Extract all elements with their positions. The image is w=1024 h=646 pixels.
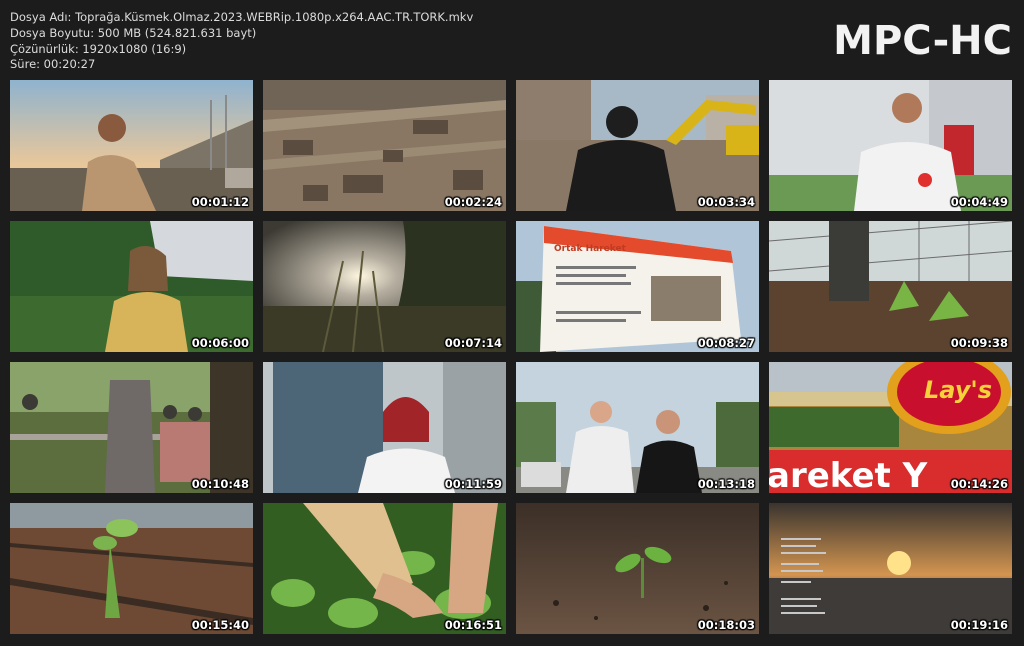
thumbnail[interactable]: 00:13:18 <box>516 362 759 493</box>
thumbnail-image <box>516 362 759 493</box>
thumbnail[interactable]: 00:15:40 <box>10 503 253 634</box>
thumbnail-image <box>516 80 759 211</box>
timestamp: 00:01:12 <box>191 195 249 209</box>
thumbnail[interactable]: 00:09:38 <box>769 221 1012 352</box>
timestamp: 00:03:34 <box>697 195 755 209</box>
timestamp: 00:08:27 <box>697 336 755 350</box>
thumbnail[interactable]: Ortak Hareket 00:08:27 <box>516 221 759 352</box>
thumbnail[interactable]: 00:06:00 <box>10 221 253 352</box>
thumbnail-grid: 00:01:12 00:02:24 00:03:34 00:04:49 00:0… <box>10 80 1012 634</box>
thumbnail[interactable]: 00:11:59 <box>263 362 506 493</box>
thumbnail-image <box>769 503 1012 634</box>
timestamp: 00:06:00 <box>191 336 249 350</box>
thumbnail-image <box>10 362 253 493</box>
lays-logo: Lay's <box>924 376 992 404</box>
duration: Süre: 00:20:27 <box>10 57 96 72</box>
thumbnail-image <box>769 80 1012 211</box>
thumbnail-image <box>10 80 253 211</box>
thumbnail[interactable]: 00:03:34 <box>516 80 759 211</box>
file-info: Dosya Adı: Toprağa.Küsmek.Olmaz.2023.WEB… <box>10 10 473 73</box>
timestamp: 00:02:24 <box>444 195 502 209</box>
timestamp: 00:18:03 <box>697 618 755 632</box>
thumbnail-image: Lay's areket Y <box>769 362 1012 493</box>
thumbnail-image <box>263 503 506 634</box>
thumbnail-image <box>516 503 759 634</box>
timestamp: 00:14:26 <box>950 477 1008 491</box>
lays-banner: areket Y <box>769 456 928 493</box>
timestamp: 00:10:48 <box>191 477 249 491</box>
timestamp: 00:09:38 <box>950 336 1008 350</box>
sign-title: Ortak Hareket <box>554 244 627 254</box>
timestamp: 00:11:59 <box>444 477 502 491</box>
thumbnail-image <box>10 503 253 634</box>
thumbnail[interactable]: 00:16:51 <box>263 503 506 634</box>
thumbnail[interactable]: 00:04:49 <box>769 80 1012 211</box>
thumbnail-image <box>263 362 506 493</box>
mpc-hc-logo: MPC-HC <box>833 18 1012 64</box>
thumbnail-image <box>769 221 1012 352</box>
thumbnail-image <box>263 221 506 352</box>
thumbnail[interactable]: 00:02:24 <box>263 80 506 211</box>
thumbnail[interactable]: 00:18:03 <box>516 503 759 634</box>
thumbnail[interactable]: 00:01:12 <box>10 80 253 211</box>
resolution: Çözünürlük: 1920x1080 (16:9) <box>10 41 187 56</box>
file-name: Dosya Adı: Toprağa.Küsmek.Olmaz.2023.WEB… <box>10 10 474 24</box>
timestamp: 00:07:14 <box>444 336 502 350</box>
thumbnail[interactable]: 00:07:14 <box>263 221 506 352</box>
file-size: Dosya Boyutu: 500 MB (524.821.631 bayt) <box>10 25 257 40</box>
timestamp: 00:13:18 <box>697 477 755 491</box>
thumbnail-image <box>263 80 506 211</box>
thumbnail[interactable]: Lay's areket Y 00:14:26 <box>769 362 1012 493</box>
thumbnail[interactable]: 00:10:48 <box>10 362 253 493</box>
timestamp: 00:19:16 <box>950 618 1008 632</box>
thumbnail-image <box>10 221 253 352</box>
timestamp: 00:16:51 <box>444 618 502 632</box>
thumbnail[interactable]: 00:19:16 <box>769 503 1012 634</box>
timestamp: 00:15:40 <box>191 618 249 632</box>
thumbnail-image: Ortak Hareket <box>516 221 759 352</box>
timestamp: 00:04:49 <box>950 195 1008 209</box>
